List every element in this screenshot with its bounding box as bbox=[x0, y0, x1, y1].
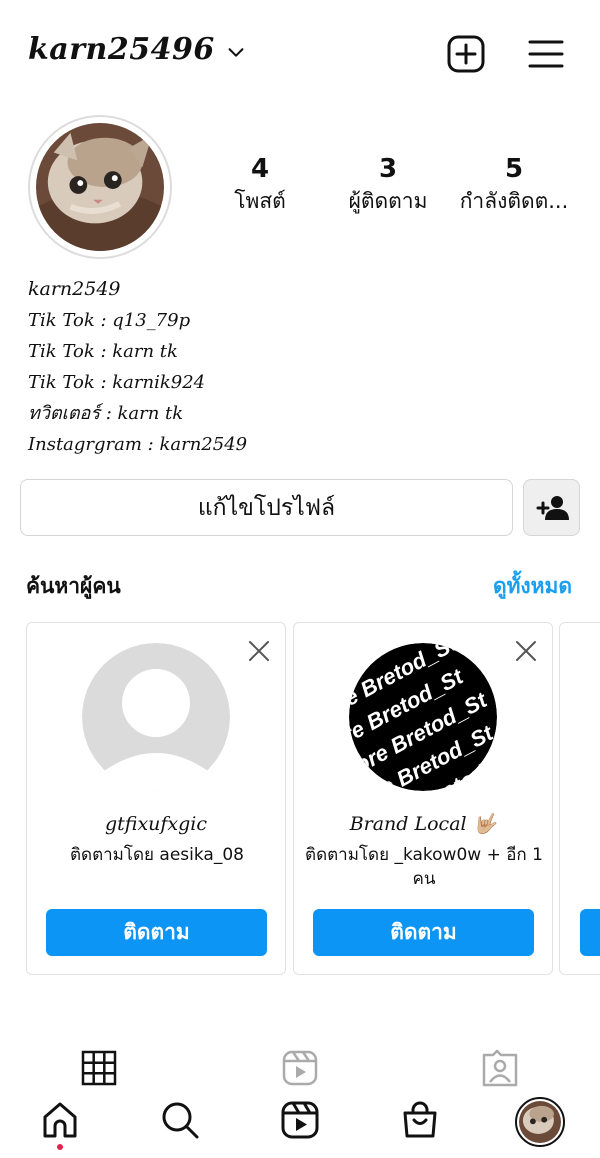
posts-label: โพสต์ bbox=[234, 189, 286, 213]
bio-line: Tik Tok : q13_79p bbox=[28, 310, 191, 331]
profile-tab-avatar[interactable] bbox=[515, 1097, 565, 1147]
add-user-icon bbox=[536, 495, 569, 520]
search-icon[interactable] bbox=[160, 1100, 200, 1140]
reels-icon[interactable] bbox=[280, 1100, 320, 1140]
brand-local-avatar: Store Bretod_St Store Bretod_St Store Br… bbox=[349, 643, 497, 791]
posts-stat[interactable]: 4 โพสต์ bbox=[226, 152, 294, 216]
see-all-link[interactable]: ดูทั้งหมด bbox=[493, 570, 572, 603]
suggestion-followed-by: ติดตามโดย _kakow0w + อีก 1 คน bbox=[305, 845, 543, 889]
followers-stat[interactable]: 3 ผู้ติดตาม bbox=[340, 152, 436, 216]
close-icon[interactable] bbox=[247, 639, 271, 663]
bio-line: Tik Tok : karn tk bbox=[28, 341, 178, 362]
close-icon[interactable] bbox=[514, 639, 538, 663]
reels-icon[interactable] bbox=[281, 1049, 319, 1087]
following-count: 5 bbox=[504, 154, 524, 184]
profile-header: karn25496 bbox=[0, 0, 600, 108]
discover-people-button[interactable] bbox=[523, 479, 580, 536]
follow-button-partial[interactable] bbox=[580, 909, 600, 956]
suggestion-card[interactable]: Store Bretod_St Store Bretod_St Store Br… bbox=[293, 622, 553, 975]
following-label: กำลังติดต... bbox=[459, 189, 569, 213]
profile-bio: karn2549 Tik Tok : q13_79p Tik Tok : kar… bbox=[28, 274, 588, 460]
profile-avatar[interactable] bbox=[28, 115, 172, 259]
cat-avatar-image bbox=[519, 1101, 561, 1143]
account-switcher[interactable]: karn25496 bbox=[28, 32, 247, 67]
bio-line: Tik Tok : karnik924 bbox=[28, 372, 206, 393]
grid-icon[interactable] bbox=[80, 1049, 118, 1087]
plus-square-icon[interactable] bbox=[446, 34, 486, 74]
suggestion-card[interactable]: gtfixufxgic ติดตามโดย aesika_08 ติดตาม bbox=[26, 622, 286, 975]
notification-dot bbox=[57, 1144, 63, 1150]
follow-button[interactable]: ติดตาม bbox=[46, 909, 267, 956]
suggestion-username: gtfixufxgic bbox=[104, 813, 208, 835]
followers-label: ผู้ติดตาม bbox=[348, 189, 428, 213]
tagged-icon[interactable] bbox=[481, 1049, 519, 1087]
chevron-down-icon bbox=[228, 47, 244, 57]
suggestion-card-partial[interactable] bbox=[559, 622, 600, 975]
shop-icon[interactable] bbox=[400, 1100, 440, 1140]
following-stat[interactable]: 5 กำลังติดต... bbox=[454, 152, 574, 216]
suggestion-followed-by: ติดตามโดย aesika_08 bbox=[70, 845, 244, 865]
home-icon[interactable] bbox=[40, 1100, 80, 1140]
default-avatar bbox=[82, 643, 230, 791]
posts-count: 4 bbox=[250, 154, 270, 184]
suggestion-username: Brand Local 🤟🏼 bbox=[349, 813, 497, 835]
followers-count: 3 bbox=[378, 154, 398, 184]
cat-avatar-image bbox=[36, 123, 164, 251]
display-name: karn2549 bbox=[28, 278, 121, 300]
bio-line: ทวิตเตอร์ : karn tk bbox=[28, 403, 184, 424]
menu-icon[interactable] bbox=[526, 34, 566, 74]
follow-button[interactable]: ติดตาม bbox=[313, 909, 534, 956]
discover-people-title: ค้นหาผู้คน bbox=[26, 574, 121, 598]
username: karn25496 bbox=[28, 32, 215, 67]
bio-line: Instagrgram : karn2549 bbox=[28, 434, 248, 455]
edit-profile-button[interactable]: แก้ไขโปรไฟล์ bbox=[20, 479, 513, 536]
